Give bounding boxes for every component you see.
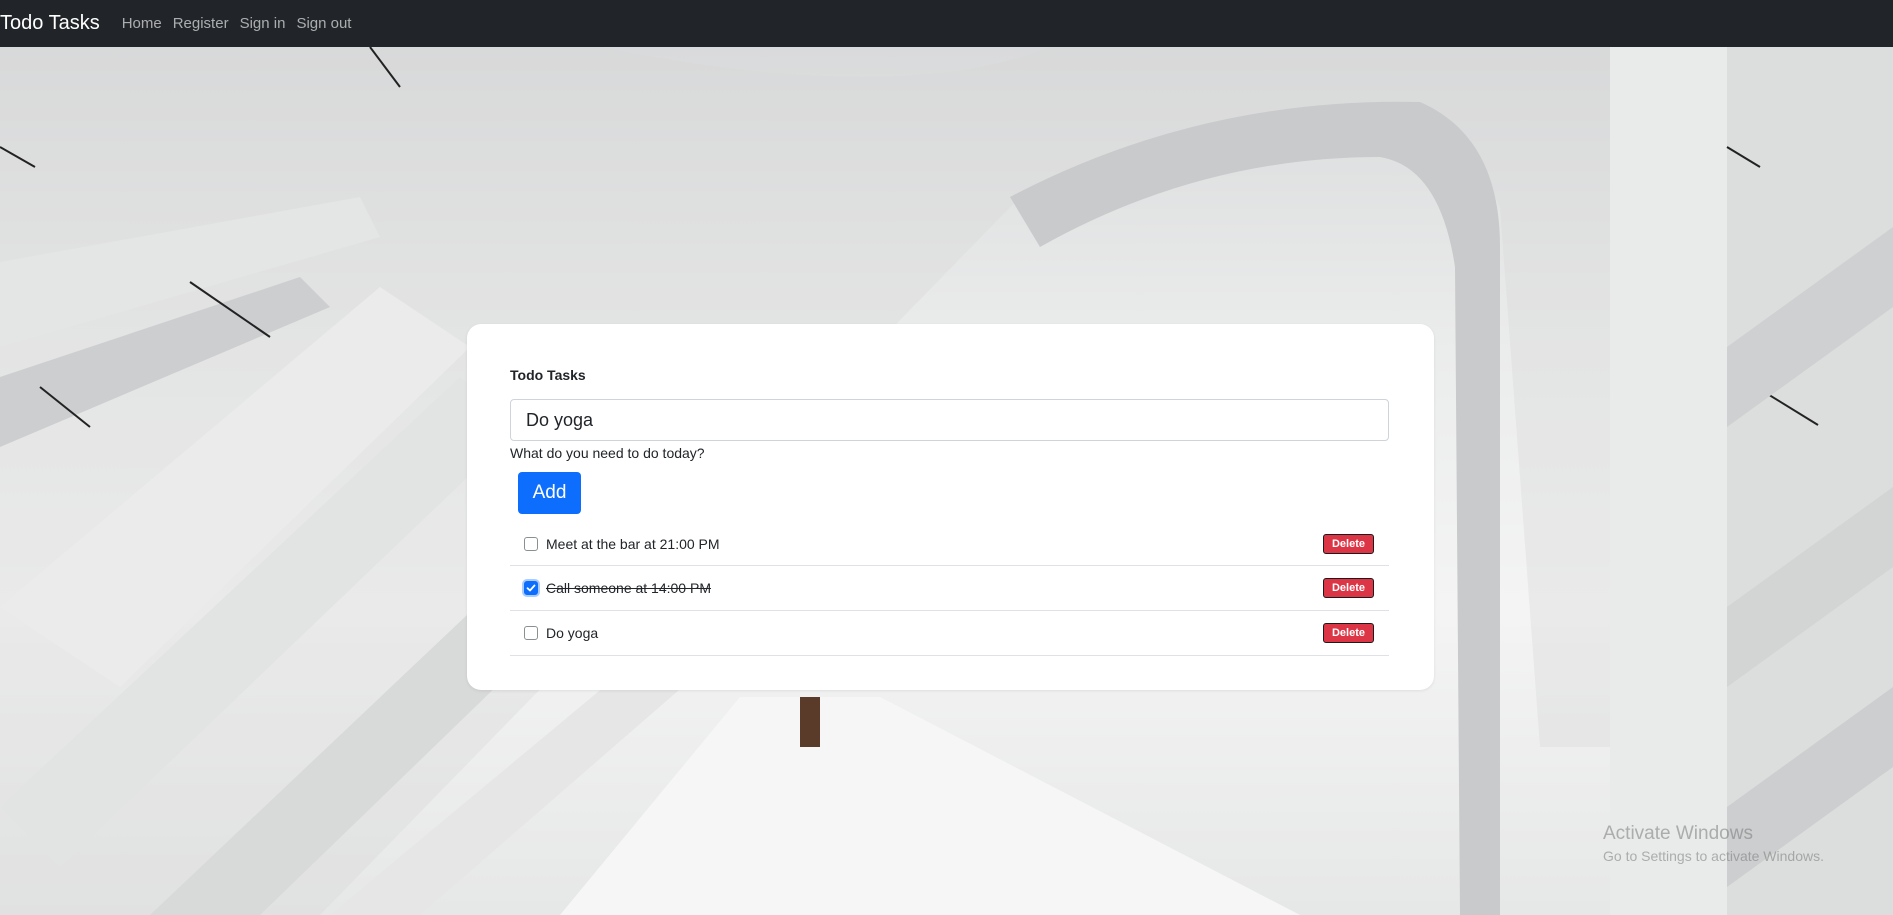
delete-button[interactable]: Delete bbox=[1322, 578, 1374, 598]
watermark-subtitle: Go to Settings to activate Windows. bbox=[1603, 848, 1824, 864]
nav-signin-link[interactable]: Sign in bbox=[240, 15, 286, 32]
windows-activation-watermark: Activate Windows Go to Settings to activ… bbox=[1603, 823, 1824, 864]
delete-button[interactable]: Delete bbox=[1322, 623, 1374, 643]
task-row: Do yoga Delete bbox=[510, 611, 1389, 656]
input-help-text: What do you need to do today? bbox=[510, 445, 705, 461]
add-button[interactable]: Add bbox=[518, 472, 581, 514]
nav-home-link[interactable]: Home bbox=[122, 15, 162, 32]
task-text: Do yoga bbox=[546, 625, 599, 641]
task-row: Call someone at 14:00 PM Delete bbox=[510, 566, 1389, 611]
watermark-title: Activate Windows bbox=[1603, 823, 1753, 844]
task-row: Meet at the bar at 21:00 PM Delete bbox=[510, 522, 1389, 566]
todo-card: Todo Tasks What do you need to do today?… bbox=[467, 324, 1434, 690]
nav-register-link[interactable]: Register bbox=[173, 15, 229, 32]
task-checkbox[interactable] bbox=[524, 626, 538, 640]
delete-button[interactable]: Delete bbox=[1322, 533, 1374, 554]
top-navbar: Todo Tasks Home Register Sign in Sign ou… bbox=[0, 0, 1893, 47]
nav-signout-link[interactable]: Sign out bbox=[296, 15, 351, 32]
task-checkbox[interactable] bbox=[524, 536, 538, 551]
task-text: Meet at the bar at 21:00 PM bbox=[546, 535, 720, 552]
brand-link[interactable]: Todo Tasks bbox=[0, 12, 100, 35]
check-icon bbox=[526, 584, 536, 592]
task-checkbox-checked[interactable] bbox=[524, 581, 538, 595]
task-list: Meet at the bar at 21:00 PM Delete Call … bbox=[510, 522, 1389, 656]
task-text: Call someone at 14:00 PM bbox=[546, 580, 711, 596]
task-input[interactable] bbox=[510, 399, 1389, 441]
card-title: Todo Tasks bbox=[510, 367, 586, 383]
